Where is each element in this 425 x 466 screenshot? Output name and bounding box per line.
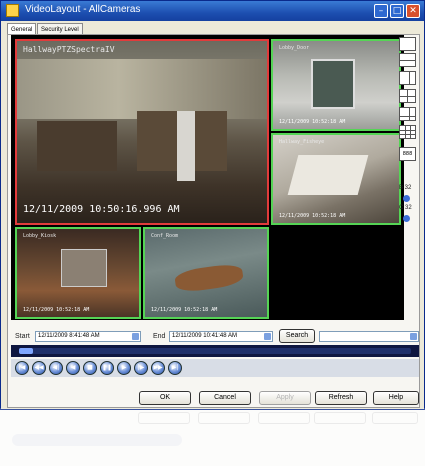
start-datetime-value: 12/11/2009 8:41:48 AM xyxy=(38,333,100,339)
camera-tile-4[interactable]: Lobby_Kiosk 12/11/2009 10:52:18 AM xyxy=(15,227,141,319)
reflection-shape xyxy=(138,412,190,424)
layout-toolbar: 888 B 32 C 32 xyxy=(397,35,419,325)
window-title: VideoLayout - AllCameras xyxy=(25,4,141,15)
skip-start-icon[interactable]: |◀ xyxy=(15,361,29,375)
camera-tile-5[interactable]: Conf_Room 12/11/2009 10:52:18 AM xyxy=(143,227,269,319)
camera-timestamp-1: 12/11/2009 10:50:16.996 AM xyxy=(23,204,180,215)
video-layout-window: VideoLayout - AllCameras – □ ✕ General S… xyxy=(0,0,425,410)
camera-label-1: HallwayPTZSpectraIV xyxy=(23,45,115,54)
chevron-down-icon[interactable] xyxy=(132,333,139,340)
layout-3x3-button[interactable] xyxy=(399,125,416,139)
timeline-thumb[interactable] xyxy=(19,348,33,354)
camera-tile-empty[interactable] xyxy=(271,227,401,319)
play-reverse-icon[interactable]: ◀ xyxy=(66,361,80,375)
stop-icon[interactable]: ■ xyxy=(83,361,97,375)
conference-table xyxy=(173,262,245,294)
layout-1x2-button[interactable] xyxy=(399,53,416,67)
chevron-down-icon[interactable] xyxy=(410,333,417,340)
camera-timestamp-2: 12/11/2009 10:52:18 AM xyxy=(279,119,346,125)
reflection-shape xyxy=(12,434,182,446)
camera-tile-1[interactable]: HallwayPTZSpectraIV 12/11/2009 10:50:16.… xyxy=(15,39,269,225)
preset-select[interactable] xyxy=(319,331,419,342)
end-label: End xyxy=(153,333,166,340)
start-datetime-field[interactable]: 12/11/2009 8:41:48 AM xyxy=(35,331,141,342)
camera-timestamp-3: 12/11/2009 10:52:18 AM xyxy=(279,213,346,219)
close-button[interactable]: ✕ xyxy=(406,4,420,18)
office-ceiling xyxy=(17,59,267,119)
step-back-icon[interactable]: ◀| xyxy=(49,361,63,375)
b-level-label: B 32 xyxy=(399,185,412,191)
fast-rewind-icon[interactable]: ◀◀ xyxy=(32,361,46,375)
camera-timestamp-5: 12/11/2009 10:52:18 AM xyxy=(151,307,218,313)
cubicle-left xyxy=(37,121,117,171)
play-icon[interactable]: ▶ xyxy=(117,361,131,375)
pause-icon[interactable]: ❚❚ xyxy=(100,361,114,375)
skip-end-icon[interactable]: ▶| xyxy=(168,361,182,375)
refresh-button[interactable]: Refresh xyxy=(315,391,367,405)
chevron-down-icon[interactable] xyxy=(264,333,271,340)
reflection-shape xyxy=(258,412,310,424)
center-column xyxy=(177,111,195,181)
playback-controls: |◀ ◀◀ ◀| ◀ ■ ❚❚ ▶ |▶ ▶▶ ▶| xyxy=(11,359,419,377)
camera-label-2: Lobby_Door xyxy=(279,45,310,51)
end-datetime-value: 12/11/2009 10:41:48 AM xyxy=(172,333,237,339)
reflection-shape xyxy=(372,412,418,424)
camera-label-5: Conf_Room xyxy=(151,233,179,239)
timeline-bar[interactable] xyxy=(11,345,419,357)
search-button[interactable]: Search xyxy=(279,329,315,343)
start-label: Start xyxy=(15,333,30,340)
layout-2x2-button[interactable] xyxy=(399,89,416,103)
layout-grid-button[interactable]: 888 xyxy=(399,147,416,161)
cancel-button[interactable]: Cancel xyxy=(199,391,251,405)
reflection-shape xyxy=(198,412,250,424)
camera-timestamp-4: 12/11/2009 10:52:18 AM xyxy=(23,307,90,313)
title-bar[interactable]: VideoLayout - AllCameras – □ ✕ xyxy=(1,1,424,21)
ok-button[interactable]: OK xyxy=(139,391,191,405)
kiosk-screen xyxy=(61,249,107,287)
reflection-shape xyxy=(314,412,366,424)
minimize-button[interactable]: – xyxy=(374,4,388,18)
window-reflection xyxy=(0,408,425,466)
camera-label-4: Lobby_Kiosk xyxy=(23,233,57,239)
camera-tile-2[interactable]: Lobby_Door 12/11/2009 10:52:18 AM xyxy=(271,39,401,131)
timeline-track[interactable] xyxy=(19,348,411,354)
lobby-door xyxy=(311,59,355,109)
step-forward-icon[interactable]: |▶ xyxy=(134,361,148,375)
layout-1plus5-button[interactable] xyxy=(399,107,416,121)
c-level-label: C 32 xyxy=(399,205,412,211)
help-button[interactable]: Help xyxy=(373,391,419,405)
app-icon xyxy=(6,4,19,17)
camera-tile-3[interactable]: Hallway_Fisheye 12/11/2009 10:52:18 AM xyxy=(271,133,401,225)
fast-forward-icon[interactable]: ▶▶ xyxy=(151,361,165,375)
c-arrow-icon[interactable] xyxy=(403,215,410,224)
maximize-button[interactable]: □ xyxy=(390,4,404,18)
layout-1plus3-button[interactable] xyxy=(399,71,416,85)
video-grid: HallwayPTZSpectraIV 12/11/2009 10:50:16.… xyxy=(11,35,404,320)
apply-button[interactable]: Apply xyxy=(259,391,311,405)
layout-1x1-button[interactable] xyxy=(399,37,416,51)
fisheye-wall xyxy=(287,155,369,195)
end-datetime-field[interactable]: 12/11/2009 10:41:48 AM xyxy=(169,331,273,342)
b-arrow-icon[interactable] xyxy=(403,195,410,204)
camera-label-3: Hallway_Fisheye xyxy=(279,139,325,145)
